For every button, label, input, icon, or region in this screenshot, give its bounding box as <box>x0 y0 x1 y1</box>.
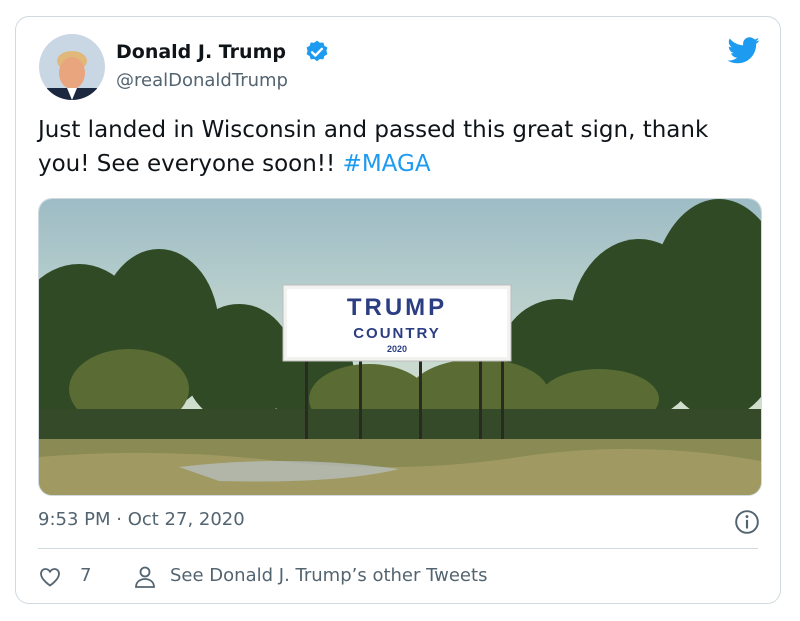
divider <box>38 548 758 549</box>
author-handle[interactable]: @realDonaldTrump <box>116 70 288 91</box>
heart-icon[interactable] <box>38 565 62 589</box>
sign-line-2: COUNTRY <box>353 325 441 342</box>
author-name[interactable]: Donald J. Trump <box>116 41 286 63</box>
info-icon[interactable] <box>734 509 760 535</box>
tweet-timestamp[interactable]: 9:53 PM · Oct 27, 2020 <box>38 509 245 530</box>
photo-scene: TRUMP COUNTRY 2020 <box>39 199 761 495</box>
sign-line-1: TRUMP <box>347 294 447 321</box>
sign-line-3: 2020 <box>387 344 407 354</box>
tweet-text: Just landed in Wisconsin and passed this… <box>38 113 758 181</box>
tweet-photo[interactable]: TRUMP COUNTRY 2020 <box>38 198 762 496</box>
person-icon <box>135 566 155 588</box>
verified-badge-icon <box>306 40 328 62</box>
like-count[interactable]: 7 <box>80 565 91 586</box>
avatar[interactable] <box>39 34 105 100</box>
tweet-card: Donald J. Trump @realDonaldTrump Just la… <box>15 16 781 604</box>
avatar-image <box>39 34 105 100</box>
hashtag-link[interactable]: #MAGA <box>343 151 431 177</box>
other-tweets-link[interactable]: See Donald J. Trump’s other Tweets <box>170 565 487 586</box>
twitter-bird-icon[interactable] <box>728 37 760 64</box>
